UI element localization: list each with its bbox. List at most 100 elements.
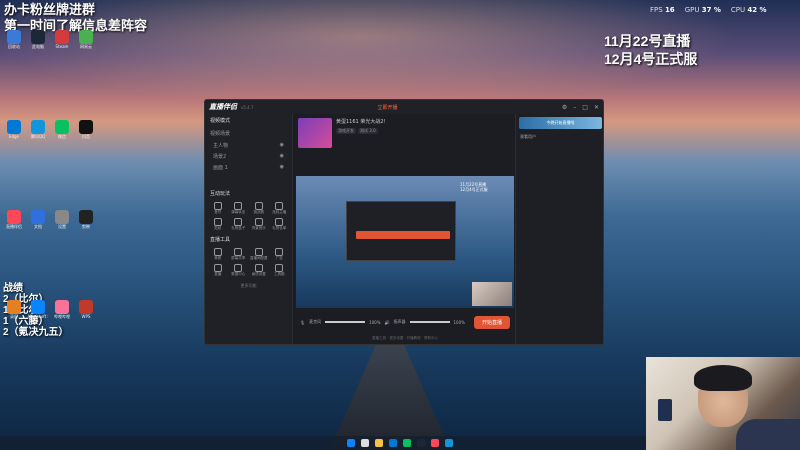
right-panel: 今晚开始直播啦 观看用户 — [515, 114, 603, 344]
stream-info: 黄蛋1161 荣光大战2! 游戏开发 测试 3.0 — [294, 114, 514, 154]
taskbar-icon[interactable] — [389, 439, 397, 447]
live-badge[interactable]: 立即开播 — [378, 104, 398, 111]
battle-line: 2（氪决九五） — [3, 327, 69, 338]
promo-line-1: 办卡粉丝牌进群 — [4, 2, 96, 17]
tool-item[interactable]: 礼物名单 — [271, 218, 289, 231]
desktop-icon[interactable]: 剪映 — [76, 210, 96, 236]
audio-controls: 🎙 麦克风 100% 🔊 扬声器 100% 开始直播 — [296, 312, 514, 332]
app-titlebar: 直播伴侣 v5.4.7 立即开播 ⚙ – □ ✕ — [205, 100, 603, 114]
desktop-icon[interactable]: Steam — [52, 30, 72, 56]
taskbar-icon[interactable] — [347, 439, 355, 447]
app-logo: 直播伴侣 — [209, 103, 237, 111]
battle-title: 战绩 — [3, 283, 23, 294]
tool-item[interactable]: 工具箱 — [271, 264, 289, 277]
pier-image — [330, 340, 450, 450]
tool-item[interactable]: 数据中心 — [230, 264, 248, 277]
desktop-icon[interactable]: 直播伴侣 — [4, 210, 24, 236]
tool-item[interactable]: 画质设置 — [250, 264, 268, 277]
tools-grid: 美颜 屏幕共享 直播间配置 广告直播 数据中心 画质设置 工具箱 — [205, 246, 292, 279]
taskbar-icon[interactable] — [375, 439, 383, 447]
desktop-icon[interactable]: 抖音 — [76, 120, 96, 146]
scene-item[interactable]: 场景2 ◉ — [205, 151, 292, 162]
preview-overlay-text: 11月22号直播 12月4号正式服 — [460, 182, 488, 192]
desktop-icon[interactable]: 录屏 — [4, 300, 24, 326]
stream-cover[interactable] — [298, 118, 332, 148]
taskbar-icon[interactable] — [417, 439, 425, 447]
stream-title[interactable]: 黄蛋1161 荣光大战2! — [336, 118, 386, 125]
interaction-title: 互动玩法 — [210, 191, 231, 197]
desktop-icon[interactable]: 腾讯QQ — [28, 120, 48, 146]
tool-item[interactable]: 美颜 — [209, 248, 227, 261]
settings-icon[interactable]: ⚙ — [562, 104, 567, 111]
start-live-button[interactable]: 开始直播 — [473, 315, 510, 329]
scene-item[interactable]: 主人物 ◉ — [205, 140, 292, 151]
interaction-grid: 音符 弹幕玩法 挑战赛 连线主播贴纸 礼物盒子 背景音乐 礼物名单 — [205, 200, 292, 233]
left-panel: 视频模式 视频场景 主人物 ◉ 场景2 ◉ 画面 1 ◉ 互动玩法 音符 弹幕玩法 挑战赛… — [205, 114, 293, 344]
desktop-icon[interactable]: 网易云 — [76, 30, 96, 56]
desktop-icon[interactable]: Microsoft Edge — [28, 300, 48, 326]
tool-item[interactable]: 广告 — [271, 248, 289, 261]
desktop-icon[interactable]: 回收站 — [4, 30, 24, 56]
taskbar-icon[interactable] — [361, 439, 369, 447]
footer-links[interactable]: 直播工具 · 更多设置 · 开播教程 · 帮助中心 — [296, 336, 514, 341]
window-controls: ⚙ – □ ✕ — [562, 104, 599, 111]
desktop-icon[interactable]: 哔哩哔哩 — [52, 300, 72, 326]
live-app-window: 直播伴侣 v5.4.7 立即开播 ⚙ – □ ✕ 视频模式 视频场景 主人物 ◉ … — [204, 99, 604, 345]
tool-item[interactable]: 直播间配置 — [250, 248, 268, 261]
preview-dialog — [356, 231, 450, 239]
desktop-icon[interactable]: Edge — [4, 120, 24, 146]
scene-item[interactable]: 画面 1 ◉ — [205, 162, 292, 173]
taskbar-icon[interactable] — [445, 439, 453, 447]
desktop-icon[interactable]: 微信 — [52, 120, 72, 146]
schedule-text: 11月22号直播 12月4号正式服 — [604, 32, 697, 68]
tool-item[interactable]: 背景音乐 — [250, 218, 268, 231]
stream-tag[interactable]: 游戏开发 — [336, 128, 356, 134]
gpu-stat: GPU 37 % — [684, 6, 721, 14]
schedule-line-1: 11月22号直播 — [604, 33, 691, 49]
webcam-overlay — [646, 357, 800, 450]
desktop-icon[interactable]: 此电脑 — [28, 30, 48, 56]
schedule-line-2: 12月4号正式服 — [604, 51, 698, 67]
person-shirt — [736, 419, 800, 450]
main-area: 黄蛋1161 荣光大战2! 游戏开发 测试 3.0 11月22号直播 12月4号正式… — [294, 114, 514, 344]
speaker-value: 100% — [453, 319, 465, 325]
desktop-icon[interactable]: WPS — [76, 300, 96, 326]
tool-item[interactable]: 音符 — [209, 202, 227, 215]
tool-item[interactable]: 礼物盒子 — [230, 218, 248, 231]
minimize-icon[interactable]: – — [573, 104, 576, 111]
tool-item[interactable]: 连线主播 — [271, 202, 289, 215]
speaker-slider[interactable] — [409, 321, 450, 323]
mic-icon[interactable]: 🎙 — [300, 320, 305, 325]
mic-value: 100% — [369, 319, 381, 325]
maximize-icon[interactable]: □ — [582, 104, 588, 111]
tool-item[interactable]: 直播 — [209, 264, 227, 277]
tools-title: 直播工具 — [210, 237, 231, 243]
tool-item[interactable]: 屏幕共享 — [230, 248, 248, 261]
speaker-icon[interactable]: 🔊 — [385, 320, 390, 325]
preview-webcam — [472, 282, 512, 306]
tool-item[interactable]: 挑战赛 — [250, 202, 268, 215]
fps-stat: FPS 16 — [650, 6, 675, 14]
stream-preview[interactable]: 11月22号直播 12月4号正式服 — [296, 176, 514, 308]
stream-tag[interactable]: 测试 3.0 — [358, 128, 378, 134]
person-hair — [694, 365, 752, 391]
cpu-stat: CPU 42 % — [730, 6, 767, 14]
app-version: v5.4.7 — [241, 104, 254, 110]
tab-video-mode[interactable]: 视频模式 — [205, 114, 292, 127]
desktop-icon[interactable]: 设置 — [52, 210, 72, 236]
scene-label: 视频场景 — [210, 131, 231, 137]
desktop-icon[interactable]: 文档 — [28, 210, 48, 236]
taskbar-icon[interactable] — [403, 439, 411, 447]
tool-item[interactable]: 贴纸 — [209, 218, 227, 231]
tool-item[interactable]: 弹幕玩法 — [230, 202, 248, 215]
more-button[interactable]: 更多功能 — [205, 279, 292, 289]
viewer-list-header: 观看用户 — [520, 134, 536, 139]
performance-stats: FPS 16 GPU 37 % CPU 42 % — [650, 3, 800, 17]
mic-slider[interactable] — [325, 321, 366, 323]
cup — [658, 399, 672, 421]
close-icon[interactable]: ✕ — [594, 104, 599, 111]
taskbar-icon[interactable] — [431, 439, 439, 447]
promo-banner[interactable]: 今晚开始直播啦 — [519, 117, 602, 129]
mic-label: 麦克风 — [309, 319, 322, 324]
speaker-label: 扬声器 — [393, 319, 406, 324]
